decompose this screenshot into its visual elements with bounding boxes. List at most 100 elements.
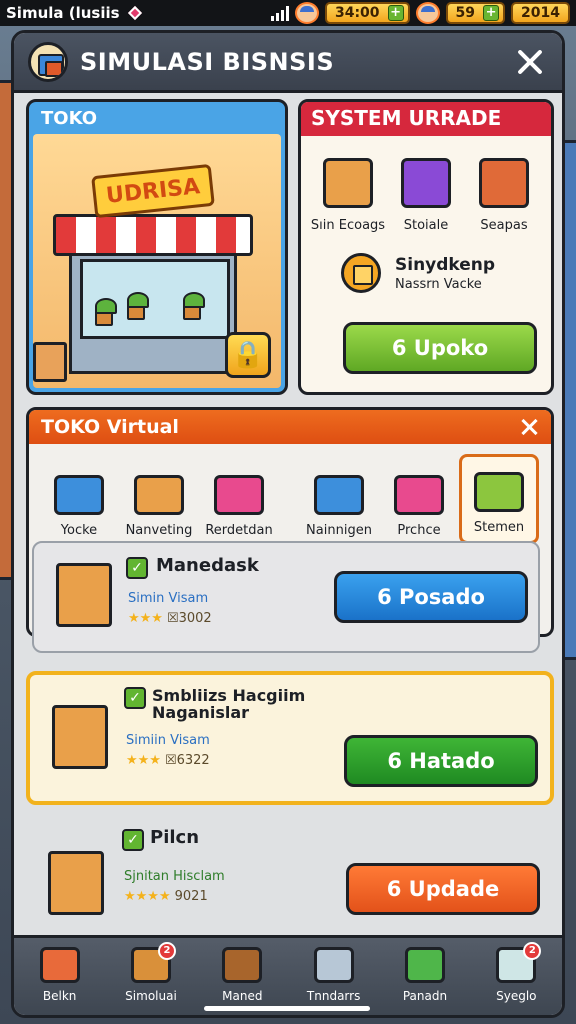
- nav-item-tnndarrs[interactable]: Tnndarrs: [289, 947, 379, 1003]
- upgrade-item[interactable]: Sıin Ecoags: [310, 158, 386, 233]
- coin-icon: [341, 253, 381, 293]
- avatar-icon-2[interactable]: [415, 2, 440, 24]
- lock-icon[interactable]: 🔒: [225, 332, 271, 378]
- upgrade-item[interactable]: Seapas: [466, 158, 542, 233]
- plus-icon[interactable]: +: [483, 5, 500, 21]
- product-row: ✓ Smbliizs Hacgiim Naganislar Simiin Vis…: [26, 671, 554, 805]
- nav-label: Tnndarrs: [306, 989, 361, 1003]
- upgrade-item-label: Sıin Ecoags: [310, 218, 386, 233]
- upgrade-item[interactable]: Stoiale: [388, 158, 464, 233]
- app-label: Simula (lusiis: [6, 4, 120, 22]
- upgrade-info-subtitle: Nassrn Vacke: [395, 276, 482, 292]
- check-icon: ✓: [126, 557, 148, 579]
- toko-virtual-title: TOKO Virtual: [41, 416, 179, 438]
- cube-icon: 2: [496, 942, 542, 983]
- toko-label: TOKO: [41, 108, 98, 129]
- nav-item-simoluai[interactable]: 2 Simoluai: [106, 942, 196, 1003]
- upgrade-button[interactable]: 6 Upoko: [343, 322, 537, 374]
- produce-bag-icon: [56, 563, 112, 627]
- category-row: Yocke Nanveting Rerdetdan Nainnigen Prchce St…: [29, 444, 551, 544]
- category-open-box[interactable]: Nainnigen: [299, 454, 379, 544]
- shop-icon: [404, 947, 445, 983]
- product-name: Pilcn: [150, 827, 200, 848]
- diamond-icon: [127, 5, 142, 21]
- toko-virtual-header: TOKO Virtual: [29, 410, 551, 444]
- category-label: Prchce: [397, 523, 441, 538]
- rating-value: 9021: [174, 889, 208, 904]
- nav-item-maned[interactable]: Maned: [197, 947, 287, 1003]
- nav-item-panadn[interactable]: Panadn: [380, 947, 470, 1003]
- stars-icon: ★★★★: [124, 889, 171, 904]
- produce-box-icon: [474, 472, 524, 512]
- plant-icon: [95, 298, 117, 326]
- product-name: Smbliizs Hacgiim Naganislar: [152, 686, 306, 722]
- category-basket[interactable]: Rerdetdan: [199, 454, 279, 544]
- category-truck[interactable]: Yocke: [39, 454, 119, 544]
- status-bar: Simula (lusiis 34:00 + 59 + 2014: [0, 0, 576, 26]
- stars-icon: ★★★: [126, 753, 161, 768]
- currency-1-value: 34:00: [334, 5, 380, 21]
- product-subtitle: Sjnitan Hisclam: [124, 869, 225, 884]
- category-cart-box[interactable]: Nanveting: [119, 454, 199, 544]
- category-shopping-cart[interactable]: Prchce: [379, 454, 459, 544]
- stars-icon: ★★★: [128, 611, 163, 626]
- rating-line: ★★★ ☒3002: [128, 611, 212, 626]
- product-row: ✓ Manedask Simin Visam ★★★ ☒3002 6 Posad…: [32, 541, 540, 653]
- system-upgrade-card: SYSTEM URRADE Sıin Ecoags Stoiale Seapas S…: [298, 99, 554, 395]
- product-action-button[interactable]: 6 Updade: [346, 863, 540, 915]
- nav-label: Belkn: [42, 989, 77, 1003]
- home-indicator: [204, 1006, 370, 1011]
- basket-icon: [214, 475, 264, 515]
- upgrade-item-label: Seapas: [480, 218, 528, 233]
- shopping-bag-icon: [401, 158, 451, 208]
- close-icon[interactable]: [512, 44, 548, 80]
- toko-card[interactable]: TOKO UDRISA 🔒: [26, 99, 288, 395]
- nav-item-syeglo[interactable]: 2 Syeglo: [471, 942, 561, 1003]
- panel-header: SIMULASI BISNSIS: [14, 33, 562, 93]
- car-icon: [39, 947, 80, 983]
- category-label: Stemen: [473, 520, 525, 535]
- rating-line: ★★★★ 9021: [124, 889, 208, 904]
- currency-pill-2[interactable]: 59 +: [445, 2, 506, 24]
- check-icon: ✓: [122, 829, 144, 851]
- nav-label: Syeglo: [496, 989, 537, 1003]
- category-produce-box[interactable]: Stemen: [459, 454, 539, 544]
- plus-icon[interactable]: +: [387, 5, 404, 21]
- shop-window: [80, 259, 230, 339]
- currency-pill-1[interactable]: 34:00 +: [324, 2, 410, 24]
- chest-icon: [222, 947, 263, 983]
- currency-2-value: 59: [455, 5, 476, 21]
- plant-box-icon: [48, 851, 104, 915]
- product-action-button[interactable]: 6 Posado: [334, 571, 528, 623]
- notification-badge: 2: [523, 942, 542, 960]
- upgrade-item-label: Stoiale: [403, 218, 449, 233]
- category-label: Yocke: [60, 523, 98, 538]
- upgrade-items: Sıin Ecoags Stoiale Seapas: [301, 136, 551, 233]
- crate-icon: 2: [130, 942, 176, 983]
- check-icon: ✓: [124, 687, 146, 709]
- box-icon: [323, 158, 373, 208]
- nav-label: Panadn: [402, 989, 448, 1003]
- category-label: Nainnigen: [306, 523, 372, 538]
- upgrade-title: SYSTEM URRADE: [301, 102, 551, 136]
- category-label: Nanveting: [125, 523, 193, 538]
- product-action-button[interactable]: 6 Hatado: [344, 735, 538, 787]
- cart-box-icon: [134, 475, 184, 515]
- year-value: 2014: [521, 5, 560, 21]
- business-logo-icon: [28, 41, 68, 82]
- avatar-icon[interactable]: [294, 2, 319, 24]
- product-subtitle: Simin Visam: [128, 591, 209, 606]
- close-icon[interactable]: [519, 417, 539, 437]
- simulation-panel: SIMULASI BISNSIS TOKO UDRISA 🔒 SYSTEM UR…: [11, 30, 565, 1018]
- year-pill: 2014: [511, 2, 570, 24]
- rating-value: ☒3002: [166, 611, 212, 626]
- shop-sign: UDRISA: [91, 163, 215, 219]
- plant-icon: [183, 292, 205, 320]
- bottom-navigation: Belkn 2 Simoluai Maned Tnndarrs Panadn 2 Syeglo: [14, 935, 562, 1015]
- shopping-bag-icon: [52, 705, 108, 769]
- nav-item-belkn[interactable]: Belkn: [15, 947, 105, 1003]
- nav-label: Maned: [222, 989, 263, 1003]
- product-name: Manedask: [156, 555, 259, 576]
- category-label: Rerdetdan: [205, 523, 273, 538]
- product-row: ✓ Pilcn Sjnitan Hisclam ★★★★ 9021 6 Upda…: [26, 819, 554, 939]
